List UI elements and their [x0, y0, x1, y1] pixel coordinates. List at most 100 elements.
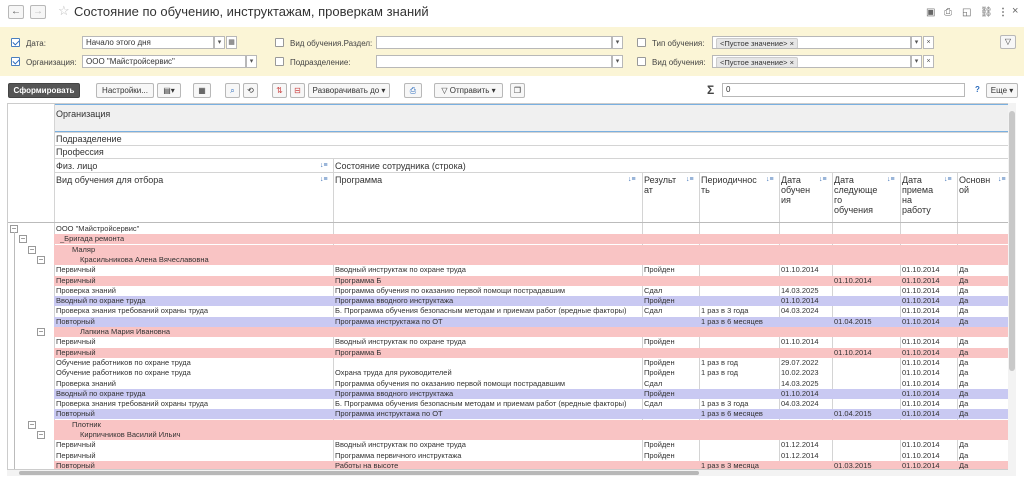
more-button[interactable]: Еще ▾: [986, 83, 1018, 98]
tip-checkbox[interactable]: [637, 38, 646, 47]
table-row[interactable]: Повторный Программа инструктажа по ОТ 1 ра…: [54, 316, 1009, 327]
vid-sort-icon[interactable]: ↓≡: [320, 176, 328, 183]
vertical-scroll-thumb[interactable]: [1009, 111, 1015, 371]
tip-field[interactable]: <Пустое значение> ×: [712, 36, 911, 49]
podrazdelenie-field[interactable]: [376, 55, 612, 68]
table-row[interactable]: Первичный Вводный инструктаж по охране тр…: [54, 440, 1009, 450]
group-row[interactable]: Плотник: [54, 419, 1009, 430]
group-row[interactable]: ООО "Майстройсервис": [54, 224, 1009, 234]
report-toolbar: Сформировать Настройки... ▤▾ ▦ ⌕ ⟲ ⇅ ⊟ Р…: [0, 82, 1024, 100]
table-row[interactable]: Вводный по охране труда Программа вводног…: [54, 296, 1009, 307]
table-view-icon[interactable]: ▦: [193, 83, 211, 98]
search-clear-icon[interactable]: ⟲: [243, 83, 258, 98]
cell-date-priem: 01.10.2014: [902, 306, 940, 316]
collapse-toggle-icon[interactable]: −: [37, 431, 45, 439]
date-checkbox[interactable]: [11, 38, 20, 47]
horizontal-scrollbar[interactable]: [7, 470, 1016, 476]
search-icon[interactable]: ⌕: [225, 83, 240, 98]
table-row[interactable]: Проверка знания требований охраны труда Б…: [54, 306, 1009, 316]
fiz-header: Физ. лицо: [56, 161, 98, 171]
more-menu-icon[interactable]: ⋮: [998, 7, 1008, 18]
org-field[interactable]: ООО "Майстройсервис": [82, 55, 246, 68]
table-row[interactable]: Обучение работников по охране труда Пройд…: [54, 358, 1009, 368]
status-header: Состояние сотрудника (строка): [335, 161, 466, 171]
vid-checkbox[interactable]: [637, 57, 646, 66]
org-dropdown-icon[interactable]: ▾: [246, 55, 257, 68]
table-row[interactable]: Проверка знаний Программа обучения по ока…: [54, 286, 1009, 296]
sort-icon[interactable]: ⇅: [272, 83, 287, 98]
result-sort-icon[interactable]: ↓≡: [686, 176, 694, 183]
tip-value-tag[interactable]: <Пустое значение> ×: [716, 38, 798, 48]
generate-button[interactable]: Сформировать: [8, 83, 80, 98]
table-row[interactable]: Обучение работников по охране труда Охран…: [54, 368, 1009, 378]
group-row[interactable]: Кирпичников Василий Ильич: [54, 430, 1009, 440]
calendar-icon[interactable]: ▦: [226, 36, 237, 49]
group-label: ООО "Майстройсервис": [56, 224, 140, 233]
vid-razdel-checkbox[interactable]: [275, 38, 284, 47]
variants-icon[interactable]: ▤▾: [157, 83, 181, 98]
cell-osnov: Да: [959, 399, 969, 409]
table-row[interactable]: Первичный Программа первичного инструктаж…: [54, 451, 1009, 461]
help-icon[interactable]: ?: [975, 85, 980, 94]
print-button-icon[interactable]: ⎙: [404, 83, 422, 98]
vid-value-tag[interactable]: <Пустое значение> ×: [716, 57, 798, 67]
save-icon[interactable]: ▣: [926, 7, 935, 18]
collapse-toggle-icon[interactable]: −: [28, 245, 36, 254]
result-header-line: ат: [644, 185, 653, 195]
print-icon[interactable]: ⎙: [944, 7, 952, 18]
podrazdelenie-checkbox[interactable]: [275, 57, 284, 66]
table-row[interactable]: Первичный Вводный инструктаж по охране тр…: [54, 337, 1009, 347]
vid-razdel-dropdown-icon[interactable]: ▾: [612, 36, 623, 49]
filter-settings-icon[interactable]: ▽: [1000, 35, 1016, 49]
vid-razdel-field[interactable]: [376, 36, 612, 49]
collapse-toggle-icon[interactable]: −: [19, 235, 27, 244]
program-sort-icon[interactable]: ↓≡: [628, 176, 636, 183]
cell-osnov: Да: [959, 378, 969, 388]
osnov-sort-icon[interactable]: ↓≡: [998, 176, 1006, 183]
table-row[interactable]: Проверка знаний Программа обучения по ока…: [54, 379, 1009, 389]
org-checkbox[interactable]: [11, 57, 20, 66]
cell-osnov: Да: [959, 460, 969, 470]
link-icon[interactable]: ⛓: [980, 7, 993, 18]
collapse-icon[interactable]: ⊟: [290, 83, 305, 98]
date-field[interactable]: Начало этого дня: [82, 36, 214, 49]
table-row[interactable]: Первичный Вводный инструктаж по охране тр…: [54, 265, 1009, 275]
tip-clear-icon[interactable]: ×: [923, 36, 934, 49]
vid-clear-icon[interactable]: ×: [923, 55, 934, 68]
podrazdelenie-dropdown-icon[interactable]: ▾: [612, 55, 623, 68]
settings-button[interactable]: Настройки...: [96, 83, 154, 98]
favorite-star-icon[interactable]: ☆: [58, 3, 70, 19]
group-row[interactable]: Лапкина Мария Ивановна: [54, 327, 1009, 337]
close-icon[interactable]: ×: [1012, 5, 1018, 17]
copy-icon[interactable]: ❐: [510, 83, 525, 98]
table-row[interactable]: Первичный Программа Б 01.10.2014 01.10.2014…: [54, 275, 1009, 286]
horizontal-scroll-thumb[interactable]: [19, 471, 699, 475]
table-row[interactable]: Вводный по охране труда Программа вводног…: [54, 388, 1009, 399]
collapse-toggle-icon[interactable]: −: [37, 328, 45, 336]
send-button[interactable]: ▽ Отправить ▾: [434, 83, 503, 98]
date-obuch-sort-icon[interactable]: ↓≡: [819, 176, 827, 183]
vid-dropdown-icon[interactable]: ▾: [911, 55, 922, 68]
vid-field[interactable]: <Пустое значение> ×: [712, 55, 911, 68]
table-row[interactable]: Повторный Программа инструктажа по ОТ 1 ра…: [54, 409, 1009, 420]
back-button[interactable]: ←: [8, 5, 24, 19]
collapse-toggle-icon[interactable]: −: [28, 420, 36, 429]
group-row[interactable]: _Бригада ремонта: [54, 234, 1009, 245]
sum-field[interactable]: 0: [722, 83, 965, 97]
period-sort-icon[interactable]: ↓≡: [766, 176, 774, 183]
table-row[interactable]: Проверка знания требований охраны труда Б…: [54, 399, 1009, 409]
tip-dropdown-icon[interactable]: ▾: [911, 36, 922, 49]
forward-button[interactable]: →: [30, 5, 46, 19]
fiz-sort-icon[interactable]: ↓≡: [320, 162, 328, 169]
date-priem-sort-icon[interactable]: ↓≡: [944, 176, 952, 183]
collapse-toggle-icon[interactable]: −: [37, 255, 45, 264]
table-row[interactable]: Первичный Программа Б 01.10.2014 01.10.2014…: [54, 347, 1009, 358]
group-row[interactable]: Красильникова Алена Вячеславовна: [54, 254, 1009, 265]
preview-icon[interactable]: ◱: [962, 7, 971, 18]
vertical-scrollbar[interactable]: [1008, 103, 1016, 470]
group-row[interactable]: Маляр: [54, 244, 1009, 255]
table-row[interactable]: Повторный Работы на высоте 1 раз в 3 месяц…: [54, 460, 1009, 470]
date-next-sort-icon[interactable]: ↓≡: [887, 176, 895, 183]
expand-to-button[interactable]: Разворачивать до ▾: [308, 83, 390, 98]
date-dropdown-icon[interactable]: ▾: [214, 36, 225, 49]
